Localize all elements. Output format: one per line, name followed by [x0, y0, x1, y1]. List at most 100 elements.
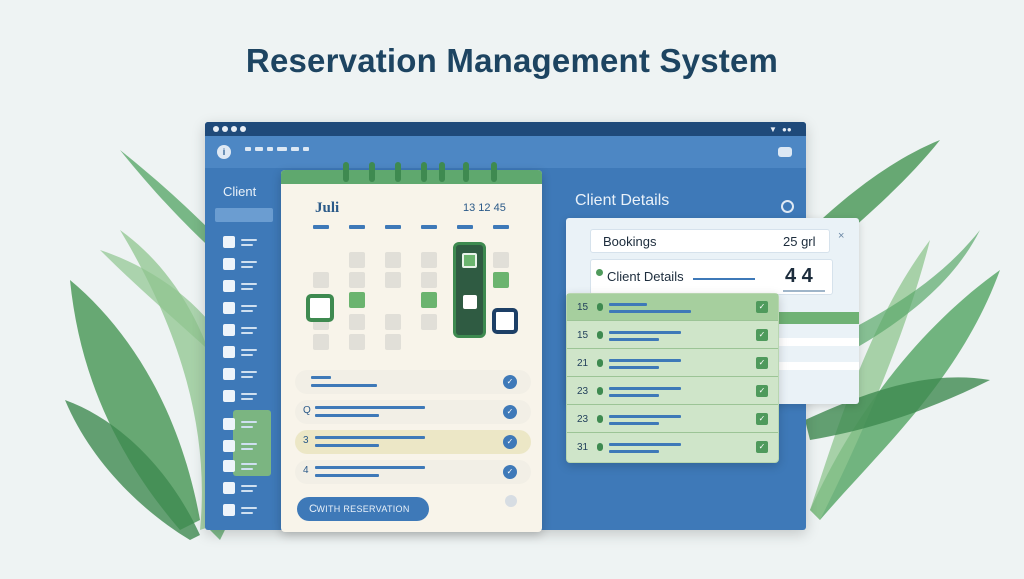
- info-icon[interactable]: i: [217, 145, 231, 159]
- check-icon[interactable]: ✓: [503, 405, 517, 419]
- calendar-day-cell-booked[interactable]: [421, 292, 437, 308]
- close-icon[interactable]: ×: [838, 230, 844, 242]
- calendar-day-cell-booked[interactable]: [493, 272, 509, 288]
- calendar-day-cell[interactable]: [349, 334, 365, 350]
- detail-stripe: [776, 312, 859, 324]
- calendar-day-cell[interactable]: [493, 252, 509, 268]
- sidebar-item[interactable]: [223, 504, 267, 518]
- selected-day-cell[interactable]: [463, 295, 477, 309]
- sidebar-item-active[interactable]: [223, 418, 267, 432]
- reservation-row[interactable]: ✓: [295, 370, 531, 394]
- chat-icon: [223, 346, 235, 358]
- booking-number: 15: [577, 330, 589, 341]
- client-details-field[interactable]: Client Details 4 4: [590, 259, 833, 295]
- sidebar-item[interactable]: [223, 302, 267, 316]
- checkbox-icon[interactable]: ✓: [756, 385, 768, 397]
- sidebar-item[interactable]: [223, 258, 267, 272]
- booking-row[interactable]: 23 ✓: [567, 378, 778, 405]
- sidebar-item[interactable]: [223, 482, 267, 496]
- status-dot: [597, 331, 603, 339]
- calendar-selected-column[interactable]: [453, 242, 486, 338]
- checkbox-icon[interactable]: ✓: [756, 413, 768, 425]
- check-icon[interactable]: ✓: [503, 465, 517, 479]
- toolbar-item[interactable]: [255, 147, 263, 151]
- binder-ring: [395, 162, 401, 182]
- checkbox-icon[interactable]: ✓: [756, 357, 768, 369]
- with-reservation-button[interactable]: C WITH RESERVATION: [297, 497, 429, 521]
- reservation-row[interactable]: 4 ✓: [295, 460, 531, 484]
- calendar-day-cell[interactable]: [349, 252, 365, 268]
- calendar-day-cell[interactable]: [313, 272, 329, 288]
- calendar-day-cell[interactable]: [385, 314, 401, 330]
- reservation-row[interactable]: Q ✓: [295, 400, 531, 424]
- booking-row[interactable]: 15 ✓: [567, 322, 778, 349]
- client-details-value: 4 4: [785, 265, 813, 287]
- refresh-icon[interactable]: [781, 200, 794, 213]
- check-icon[interactable]: ✓: [503, 375, 517, 389]
- details-underline: [693, 278, 755, 280]
- weekday-label: [313, 225, 329, 229]
- calendar-day-cell-booked[interactable]: [349, 292, 365, 308]
- window-extra-dot[interactable]: [240, 126, 246, 132]
- sidebar-item[interactable]: [223, 236, 267, 250]
- window-minimize-dot[interactable]: [222, 126, 228, 132]
- toolbar-item[interactable]: [267, 147, 273, 151]
- calendar-day-cell[interactable]: [421, 314, 437, 330]
- weekday-label: [493, 225, 509, 229]
- reservation-button-icon: C: [309, 503, 318, 515]
- binder-ring: [343, 162, 349, 182]
- user-icon: [223, 418, 235, 430]
- page-title: Reservation Management System: [245, 42, 779, 79]
- calendar-day-cell[interactable]: [421, 272, 437, 288]
- selected-day-cell[interactable]: [462, 253, 477, 268]
- booking-number: 15: [577, 302, 589, 313]
- sidebar-item[interactable]: [223, 390, 267, 404]
- calendar-panel: Juli 13 12 45 ✓ Q ✓ 3 ✓ 4 ✓ C WITH RESER…: [281, 162, 542, 532]
- checkbox-icon[interactable]: ✓: [756, 329, 768, 341]
- calendar-day-selected[interactable]: [306, 294, 334, 322]
- booking-row[interactable]: 15 ✓: [567, 294, 778, 321]
- calendar-day-cell[interactable]: [421, 252, 437, 268]
- menu-icon[interactable]: ●●: [782, 125, 792, 134]
- calendar-day-cell[interactable]: [385, 272, 401, 288]
- calendar-day-cell[interactable]: [385, 252, 401, 268]
- calendar-day-cell[interactable]: [349, 272, 365, 288]
- sidebar: Client: [205, 168, 277, 530]
- toolbar-item[interactable]: [277, 147, 287, 151]
- sidebar-item[interactable]: [223, 324, 267, 338]
- checkbox-icon[interactable]: ✓: [756, 441, 768, 453]
- bookings-field[interactable]: Bookings 25 grl: [590, 229, 830, 253]
- window-close-dot[interactable]: [213, 126, 219, 132]
- help-icon[interactable]: [505, 495, 517, 507]
- booking-row[interactable]: 31 ✓: [567, 434, 778, 461]
- sidebar-item[interactable]: [223, 280, 267, 294]
- folder-icon: [223, 460, 235, 472]
- sidebar-item[interactable]: [223, 460, 267, 474]
- calendar-day-today[interactable]: [492, 308, 518, 334]
- check-icon[interactable]: ✓: [503, 435, 517, 449]
- toolbar-item[interactable]: [303, 147, 309, 151]
- booking-row[interactable]: 21 ✓: [567, 350, 778, 377]
- calendar-day-cell[interactable]: [313, 334, 329, 350]
- toolbar-item[interactable]: [291, 147, 299, 151]
- status-dot: [597, 359, 603, 367]
- status-dot: [597, 415, 603, 423]
- calendar-day-cell[interactable]: [385, 334, 401, 350]
- detail-stripe: [776, 338, 859, 346]
- sidebar-item[interactable]: [223, 368, 267, 382]
- reservation-row-highlighted[interactable]: 3 ✓: [295, 430, 531, 454]
- sidebar-item[interactable]: [223, 346, 267, 360]
- client-details-title: Client Details: [575, 192, 670, 209]
- booking-row[interactable]: 23 ✓: [567, 406, 778, 433]
- status-dot: [597, 443, 603, 451]
- dropdown-icon[interactable]: ▼: [769, 125, 777, 134]
- sidebar-search[interactable]: [215, 208, 273, 222]
- sidebar-item[interactable]: [223, 440, 267, 454]
- toolbar-item[interactable]: [245, 147, 251, 151]
- toggle-icon[interactable]: [778, 147, 792, 157]
- window-maximize-dot[interactable]: [231, 126, 237, 132]
- checkbox-icon[interactable]: ✓: [756, 301, 768, 313]
- sidebar-header: Client: [223, 184, 257, 199]
- calendar-day-cell[interactable]: [349, 314, 365, 330]
- binder-ring: [439, 162, 445, 182]
